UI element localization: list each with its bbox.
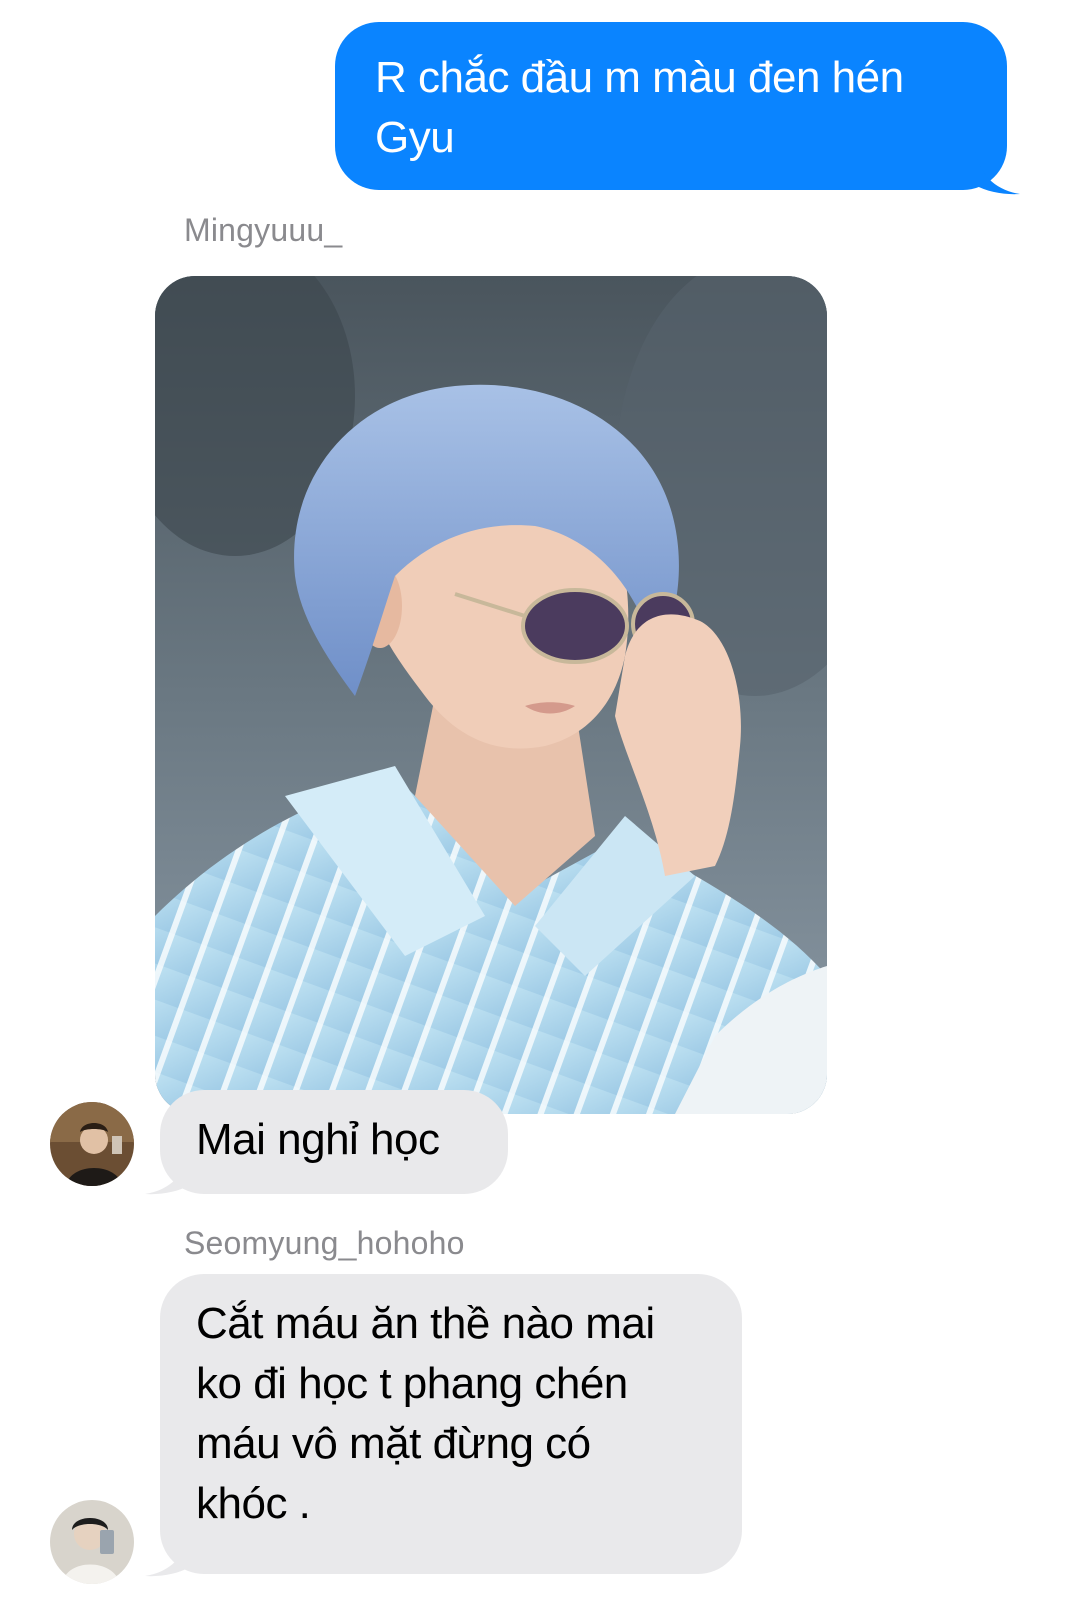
photo-attachment[interactable] bbox=[155, 276, 827, 1114]
avatar-image bbox=[50, 1102, 134, 1186]
avatar-image bbox=[50, 1500, 134, 1584]
message-line: Cắt máu ăn thề nào mai bbox=[196, 1299, 655, 1348]
message-thread: R chắc đầu m màu đen hén Gyu Mingyuuu_ M… bbox=[0, 0, 1080, 1619]
message-line: khóc . bbox=[196, 1479, 311, 1528]
outgoing-message-bubble[interactable]: R chắc đầu m màu đen hén Gyu bbox=[335, 22, 1007, 190]
message-line: ko đi học t phang chén bbox=[196, 1359, 628, 1408]
message-line: Gyu bbox=[375, 113, 455, 162]
seomyung-avatar-icon[interactable] bbox=[50, 1500, 134, 1584]
message-line: R chắc đầu m màu đen hén bbox=[375, 53, 904, 102]
sender-name: Seomyung_hohoho bbox=[184, 1225, 465, 1261]
message-line: Mai nghỉ học bbox=[196, 1115, 440, 1164]
message-line: máu vô mặt đừng có bbox=[196, 1419, 591, 1468]
person-with-blue-hair-and-sunglasses-photo bbox=[155, 276, 827, 1114]
incoming-bubble-tail bbox=[145, 1532, 190, 1577]
mingyuuu-avatar-icon[interactable] bbox=[50, 1102, 134, 1186]
sender-name: Mingyuuu_ bbox=[184, 212, 343, 248]
outgoing-bubble-tail bbox=[975, 150, 1020, 195]
incoming-message-bubble[interactable]: Cắt máu ăn thề nào mai ko đi học t phang… bbox=[160, 1274, 742, 1574]
incoming-message-bubble[interactable]: Mai nghỉ học bbox=[160, 1090, 508, 1194]
